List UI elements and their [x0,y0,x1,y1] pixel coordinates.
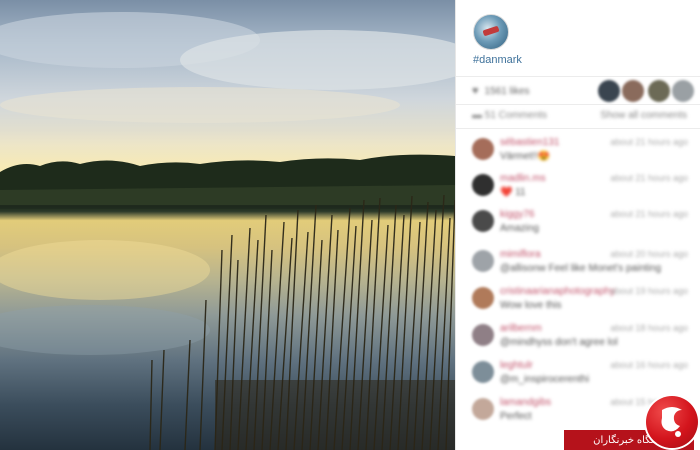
commenter-avatar[interactable] [472,398,494,420]
comment-text: ❤️ 11 [500,187,526,198]
comment-time: about 20 hours ago [610,249,688,259]
watermark-logo-icon [646,396,698,448]
profile-avatar[interactable] [473,14,509,50]
commenter-avatar[interactable] [472,138,494,160]
liker-avatar[interactable] [622,80,644,102]
likes-count: 1561 likes [484,85,530,97]
comment-time: about 21 hours ago [610,137,688,147]
comment-item: cristinaarianaphotography about 19 hours… [472,286,688,321]
post-side-panel: #danmark ♥ 1561 likes ▬ 51 Comments Show… [455,0,700,450]
comment-text: @allisonw Feel like Monet's painting [500,263,662,274]
comment-item: kiggy76 about 21 hours ago Amazing [472,209,688,244]
divider [456,76,700,77]
comment-username[interactable]: kiggy76 [500,209,534,220]
likes-row[interactable]: ♥ 1561 likes [472,82,530,100]
liker-avatar[interactable] [648,80,670,102]
comment-username[interactable]: lamandgibs [500,397,551,408]
divider [456,104,700,105]
comment-item: madlin.ms about 21 hours ago ❤️ 11 [472,173,688,208]
comment-icon: ▬ [472,110,482,121]
post-photo [0,0,455,450]
post-hashtag[interactable]: #danmark [473,54,522,66]
comments-header: ▬ 51 Comments Show all comments [472,110,687,124]
comment-item: sébastien131 about 21 hours ago Värmet!!… [472,137,688,172]
comment-username[interactable]: mimiflora [500,249,541,260]
comment-time: about 19 hours ago [610,286,688,296]
lake-reeds-image [0,12,455,450]
comment-username[interactable]: arilbernm [500,323,542,334]
comment-text: Wow love this [500,300,562,311]
comment-username[interactable]: sébastien131 [500,137,560,148]
comment-text: @mindhyss don't agree lol [500,337,618,348]
comment-item: arilbernm about 18 hours ago @mindhyss d… [472,323,688,358]
show-all-comments-link[interactable]: Show all comments [600,110,687,121]
divider [456,128,700,129]
commenter-avatar[interactable] [472,174,494,196]
comment-time: about 21 hours ago [610,173,688,183]
commenter-avatar[interactable] [472,210,494,232]
comment-time: about 16 hours ago [610,360,688,370]
heart-icon: ♥ [472,85,479,97]
comment-username[interactable]: madlin.ms [500,173,546,184]
commenter-avatar[interactable] [472,287,494,309]
comment-item: mimiflora about 20 hours ago @allisonw F… [472,249,688,284]
comment-time: about 18 hours ago [610,323,688,333]
comment-username[interactable]: cristinaarianaphotography [500,286,615,297]
liker-avatar[interactable] [598,80,620,102]
comment-text: Värmet!!😍 [500,151,551,162]
comment-time: about 21 hours ago [610,209,688,219]
comments-count: 51 Comments [484,110,548,121]
commenter-avatar[interactable] [472,361,494,383]
comment-username[interactable]: leghtulr [500,360,533,371]
comment-text: Amazing [500,223,539,234]
liker-avatar[interactable] [672,80,694,102]
comment-text: Perfect [500,411,532,422]
comment-item: leghtulr about 16 hours ago @m_inspiroce… [472,360,688,395]
commenter-avatar[interactable] [472,250,494,272]
comment-text: @m_inspirocerenthi [500,374,590,385]
commenter-avatar[interactable] [472,324,494,346]
